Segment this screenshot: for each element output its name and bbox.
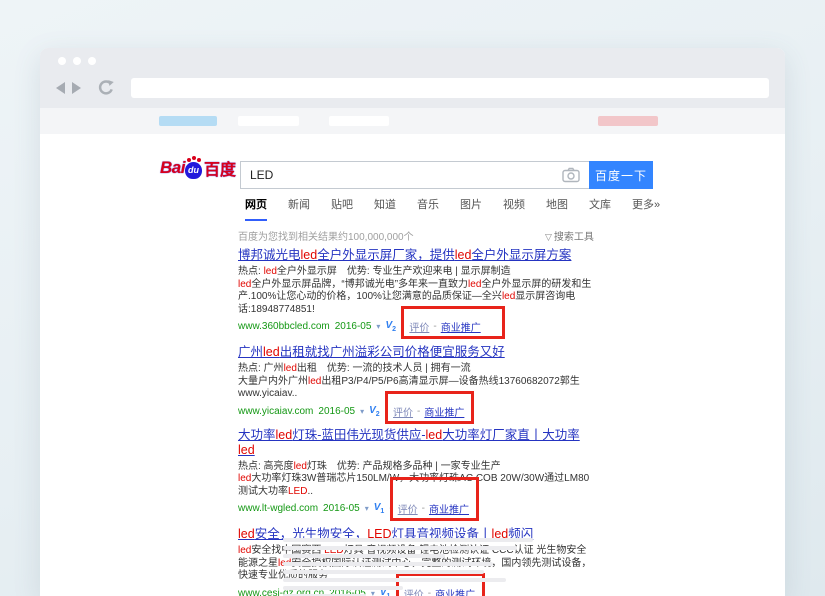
baidu-logo[interactable]: Bai du 百度 xyxy=(160,156,236,180)
refresh-icon[interactable] xyxy=(97,79,115,97)
result-date: 2016-05 xyxy=(323,503,360,514)
review-link[interactable]: 评价 xyxy=(393,404,413,419)
window-dot xyxy=(58,57,66,65)
skeleton-line xyxy=(283,586,403,590)
bookmark-placeholder-pink xyxy=(598,116,658,126)
result-url: www.lt-wgled.com xyxy=(238,503,318,514)
skeleton-line xyxy=(283,562,493,566)
skeleton-block xyxy=(283,538,533,596)
skeleton-line xyxy=(283,546,517,550)
result-meta: 热点: 广州led出租 优势: 一流的技术人员 | 拥有一流 xyxy=(238,363,596,376)
separator-dash: - xyxy=(433,321,436,332)
result-title[interactable]: 广州led出租就找广州溢彩公司价格便宜服务又好 xyxy=(238,345,505,360)
result-date: 2016-05 xyxy=(335,321,372,332)
browser-window: Bai du 百度 百度一下 网页新闻贴吧知道音乐图片视频地图文库更多» 百度为… xyxy=(40,48,785,596)
result-date: 2016-05 xyxy=(318,406,355,417)
promo-link[interactable]: 商业推广 xyxy=(429,501,469,516)
result-links: 评价-商业推广 xyxy=(409,319,480,334)
tab-网页[interactable]: 网页 xyxy=(245,196,267,221)
baidu-credit-badge-icon: V1 xyxy=(374,502,385,515)
separator-dash: - xyxy=(417,406,420,417)
separator-dash: - xyxy=(389,503,392,514)
result-footer: www.yicaiav.com2016-05▾V2-评价-商业推广 xyxy=(238,404,596,419)
window-dot xyxy=(88,57,96,65)
promo-link[interactable]: 商业推广 xyxy=(441,319,481,334)
chevron-down-icon[interactable]: ▾ xyxy=(376,322,380,331)
result-footer: www.lt-wgled.com2016-05▾V1-评价-商业推广 xyxy=(238,501,596,516)
tab-图片[interactable]: 图片 xyxy=(460,196,482,221)
funnel-icon: ▽ xyxy=(545,232,552,242)
baidu-paw-icon: du xyxy=(185,162,202,179)
result-description: led全户外显示屏品牌，“博邦诚光电”多年来一直致力led全户外显示屏的研发和生… xyxy=(238,279,596,317)
search-result: 大功率led灯珠-蓝田伟光现货供应-led大功率灯厂家直丨大功率led 热点: 高… xyxy=(238,428,596,517)
search-result: 博邦诚光电led全户外显示屏厂家，提供led全户外显示屏方案热点: led全户外… xyxy=(238,246,596,334)
separator-dash: - xyxy=(401,321,404,332)
separator-dash: - xyxy=(385,406,388,417)
search-result: 广州led出租就找广州溢彩公司价格便宜服务又好热点: 广州led出租 优势: 一… xyxy=(238,343,596,419)
review-link[interactable]: 评价 xyxy=(398,501,418,516)
chevron-down-icon[interactable]: ▾ xyxy=(365,504,369,513)
baidu-search-page: Bai du 百度 百度一下 网页新闻贴吧知道音乐图片视频地图文库更多» 百度为… xyxy=(40,134,785,596)
result-url: www.yicaiav.com xyxy=(238,406,313,417)
skeleton-line xyxy=(283,578,506,582)
window-titlebar xyxy=(40,48,785,74)
result-links: 评价-商业推广 xyxy=(398,501,469,516)
bookmarks-strip xyxy=(40,108,785,134)
search-input[interactable] xyxy=(240,161,589,189)
chevron-down-icon[interactable]: ▾ xyxy=(360,407,364,416)
tab-音乐[interactable]: 音乐 xyxy=(417,196,439,221)
url-input[interactable] xyxy=(131,78,769,98)
browser-toolbar xyxy=(40,74,785,108)
window-dot xyxy=(73,57,81,65)
tab-文库[interactable]: 文库 xyxy=(589,196,611,221)
result-meta: 热点: 高亮度led灯珠 优势: 产品规格多品种 | 一家专业生产 xyxy=(238,461,596,474)
forward-icon[interactable] xyxy=(72,82,81,94)
back-icon[interactable] xyxy=(56,82,65,94)
baidu-credit-badge-icon: V2 xyxy=(385,320,396,333)
skeleton-line xyxy=(283,554,445,558)
search-tools-button[interactable]: ▽搜索工具 xyxy=(545,228,594,243)
result-description: 大量户内外广州led出租P3/P4/P5/P6高清显示屏—设备热线1376068… xyxy=(238,376,596,401)
tab-地图[interactable]: 地图 xyxy=(546,196,568,221)
background: Bai du 百度 百度一下 网页新闻贴吧知道音乐图片视频地图文库更多» 百度为… xyxy=(0,0,825,596)
results-summary: 百度为您找到相关结果约100,000,000个 xyxy=(238,228,685,243)
tab-知道[interactable]: 知道 xyxy=(374,196,396,221)
review-link[interactable]: 评价 xyxy=(409,319,429,334)
skeleton-line xyxy=(283,538,533,542)
bookmark-placeholder-white xyxy=(329,116,389,126)
result-links: 评价-商业推广 xyxy=(393,404,464,419)
promo-link[interactable]: 商业推广 xyxy=(424,404,464,419)
result-meta: 热点: led全户外显示屏 优势: 专业生产欢迎来电 | 显示屏制造 xyxy=(238,266,596,279)
separator-dash: - xyxy=(422,503,425,514)
search-button[interactable]: 百度一下 xyxy=(589,161,653,189)
camera-icon[interactable] xyxy=(562,167,580,183)
result-title[interactable]: 大功率led灯珠-蓝田伟光现货供应-led大功率灯厂家直丨大功率led xyxy=(238,428,596,458)
result-title[interactable]: 博邦诚光电led全户外显示屏厂家，提供led全户外显示屏方案 xyxy=(238,248,571,263)
result-url: www.360bbcled.com xyxy=(238,321,330,332)
result-description: led大功率灯珠3W普瑞芯片150LM/W，大功率灯珠AC COB 20W/30… xyxy=(238,473,596,498)
baidu-logo-zh: 百度 xyxy=(204,156,236,180)
bookmark-placeholder-white xyxy=(238,116,299,126)
bookmark-placeholder-blue xyxy=(159,116,217,126)
tab-新闻[interactable]: 新闻 xyxy=(288,196,310,221)
tab-视频[interactable]: 视频 xyxy=(503,196,525,221)
baidu-logo-bai: Bai xyxy=(160,158,185,178)
tab-贴吧[interactable]: 贴吧 xyxy=(331,196,353,221)
tab-更多»[interactable]: 更多» xyxy=(632,196,660,221)
skeleton-line xyxy=(283,570,484,574)
result-footer: www.360bbcled.com2016-05▾V2-评价-商业推广 xyxy=(238,319,596,334)
vertical-tabs: 网页新闻贴吧知道音乐图片视频地图文库更多» xyxy=(245,196,660,221)
baidu-credit-badge-icon: V2 xyxy=(369,405,380,418)
search-tools-label: 搜索工具 xyxy=(554,232,594,243)
